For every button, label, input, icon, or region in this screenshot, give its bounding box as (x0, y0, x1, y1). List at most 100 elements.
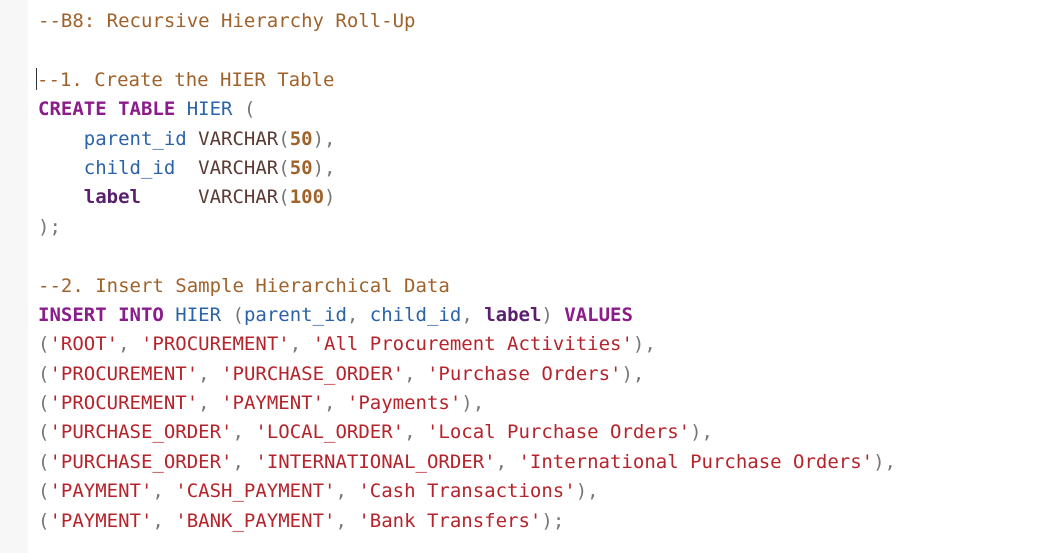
string-token: 'International Purchase Orders' (518, 450, 874, 473)
keyword-token: VALUES (564, 303, 633, 326)
code-line[interactable]: CREATE TABLE HIER ( (38, 95, 1053, 124)
punctuation-token: ); (541, 509, 565, 532)
code-line[interactable]: ); (38, 213, 1053, 242)
punctuation-token: , (289, 333, 313, 356)
string-token: 'PAYMENT' (49, 480, 153, 503)
punctuation-token: , (495, 450, 519, 473)
punctuation-token: , (346, 303, 370, 326)
code-line[interactable]: --2. Insert Sample Hierarchical Data (38, 272, 1053, 301)
number-token: 50 (289, 156, 313, 179)
identifier-token: child_id (369, 303, 462, 326)
string-token: 'PROCUREMENT' (49, 362, 199, 385)
editor-gutter (0, 0, 28, 553)
punctuation-token (187, 128, 198, 150)
punctuation-token: ( (278, 186, 290, 209)
punctuation-token: , (324, 392, 347, 415)
string-token: 'Local Purchase Orders' (426, 421, 691, 444)
code-line[interactable]: INSERT INTO HIER (parent_id, child_id, l… (38, 301, 1053, 330)
code-line[interactable]: child_id VARCHAR(50), (38, 154, 1053, 183)
code-line[interactable]: parent_id VARCHAR(50), (38, 125, 1053, 154)
punctuation-token: ( (38, 392, 50, 415)
punctuation-token: ), (873, 450, 896, 473)
punctuation-token: ); (38, 215, 61, 238)
punctuation-token: ), (690, 421, 713, 444)
punctuation-token: ( (38, 362, 50, 385)
string-token: 'PAYMENT' (49, 509, 153, 532)
punctuation-token: , (404, 421, 427, 444)
punctuation-token: ( (278, 127, 290, 150)
string-token: 'CASH_PAYMENT' (175, 480, 336, 503)
punctuation-token: ( (232, 98, 256, 121)
punctuation-token: ), (461, 392, 485, 415)
punctuation-token: ( (38, 450, 50, 473)
punctuation-token: ), (575, 480, 599, 503)
code-line[interactable]: label VARCHAR(100) (38, 183, 1053, 212)
punctuation-token: , (232, 450, 256, 473)
string-token: 'PROCUREMENT' (140, 333, 290, 356)
code-line[interactable]: ('ROOT', 'PROCUREMENT', 'All Procurement… (38, 330, 1053, 359)
punctuation-token (38, 186, 84, 208)
punctuation-token: , (198, 362, 222, 385)
punctuation-token (38, 128, 84, 150)
type-token: VARCHAR (198, 127, 279, 150)
string-token: 'LOCAL_ORDER' (255, 421, 405, 444)
string-token: 'PURCHASE_ORDER' (221, 362, 405, 385)
label-column-token: label (83, 186, 141, 209)
string-token: 'PROCUREMENT' (49, 392, 199, 415)
number-token: 50 (289, 127, 313, 150)
string-token: 'INTERNATIONAL_ORDER' (255, 450, 496, 473)
punctuation-token: ), (312, 127, 336, 150)
punctuation-token (175, 157, 198, 179)
punctuation-token: ) (324, 186, 336, 209)
punctuation-token: ( (278, 156, 290, 179)
punctuation-token (141, 186, 198, 208)
identifier-token: HIER (175, 303, 222, 326)
comment-token: --2. Insert Sample Hierarchical Data (38, 274, 450, 297)
string-token: 'PURCHASE_ORDER' (49, 450, 233, 473)
keyword-token: INSERT INTO (38, 303, 164, 326)
string-token: 'ROOT' (49, 333, 119, 356)
punctuation-token: ), (312, 156, 336, 179)
keyword-token: CREATE TABLE (38, 98, 176, 121)
code-line[interactable]: ('PURCHASE_ORDER', 'INTERNATIONAL_ORDER'… (38, 448, 1053, 477)
code-line[interactable]: ('PROCUREMENT', 'PURCHASE_ORDER', 'Purch… (38, 360, 1053, 389)
sql-code-editor[interactable]: --B8: Recursive Hierarchy Roll-Up --1. Cr… (36, 7, 1053, 536)
punctuation-token: ), (632, 333, 656, 356)
code-line[interactable]: ('PROCUREMENT', 'PAYMENT', 'Payments'), (38, 389, 1053, 418)
number-token: 100 (289, 186, 325, 209)
punctuation-token: , (404, 362, 427, 385)
string-token: 'Payments' (346, 392, 462, 415)
punctuation-token: ( (38, 509, 50, 532)
identifier-token: parent_id (83, 127, 187, 150)
punctuation-token: ( (38, 480, 50, 503)
punctuation-token: ( (38, 421, 50, 444)
string-token: 'PAYMENT' (221, 392, 325, 415)
identifier-token: HIER (186, 98, 233, 121)
punctuation-token: , (335, 480, 359, 503)
code-line[interactable]: ('PURCHASE_ORDER', 'LOCAL_ORDER', 'Local… (38, 418, 1053, 447)
code-line[interactable]: ('PAYMENT', 'BANK_PAYMENT', 'Bank Transf… (38, 507, 1053, 536)
code-line[interactable] (38, 242, 1053, 271)
string-token: 'Bank Transfers' (358, 509, 542, 532)
code-line[interactable]: --B8: Recursive Hierarchy Roll-Up (38, 7, 1053, 36)
punctuation-token: ), (621, 362, 645, 385)
punctuation-token: , (152, 480, 176, 503)
type-token: VARCHAR (198, 186, 279, 209)
punctuation-token (175, 98, 186, 120)
identifier-token: child_id (83, 156, 176, 179)
punctuation-token: , (461, 303, 485, 326)
punctuation-token: , (335, 509, 359, 532)
code-line[interactable]: ('PAYMENT', 'CASH_PAYMENT', 'Cash Transa… (38, 477, 1053, 506)
punctuation-token: , (152, 509, 176, 532)
code-line[interactable] (38, 36, 1053, 65)
punctuation-token: , (118, 333, 141, 356)
punctuation-token: ( (38, 333, 50, 356)
identifier-token: parent_id (243, 303, 347, 326)
punctuation-token (38, 157, 84, 179)
string-token: 'Cash Transactions' (358, 480, 576, 503)
punctuation-token: ) (541, 303, 565, 326)
punctuation-token (164, 304, 175, 326)
code-line[interactable]: --1. Create the HIER Table (36, 66, 1053, 95)
string-token: 'BANK_PAYMENT' (175, 509, 336, 532)
type-token: VARCHAR (198, 156, 279, 179)
